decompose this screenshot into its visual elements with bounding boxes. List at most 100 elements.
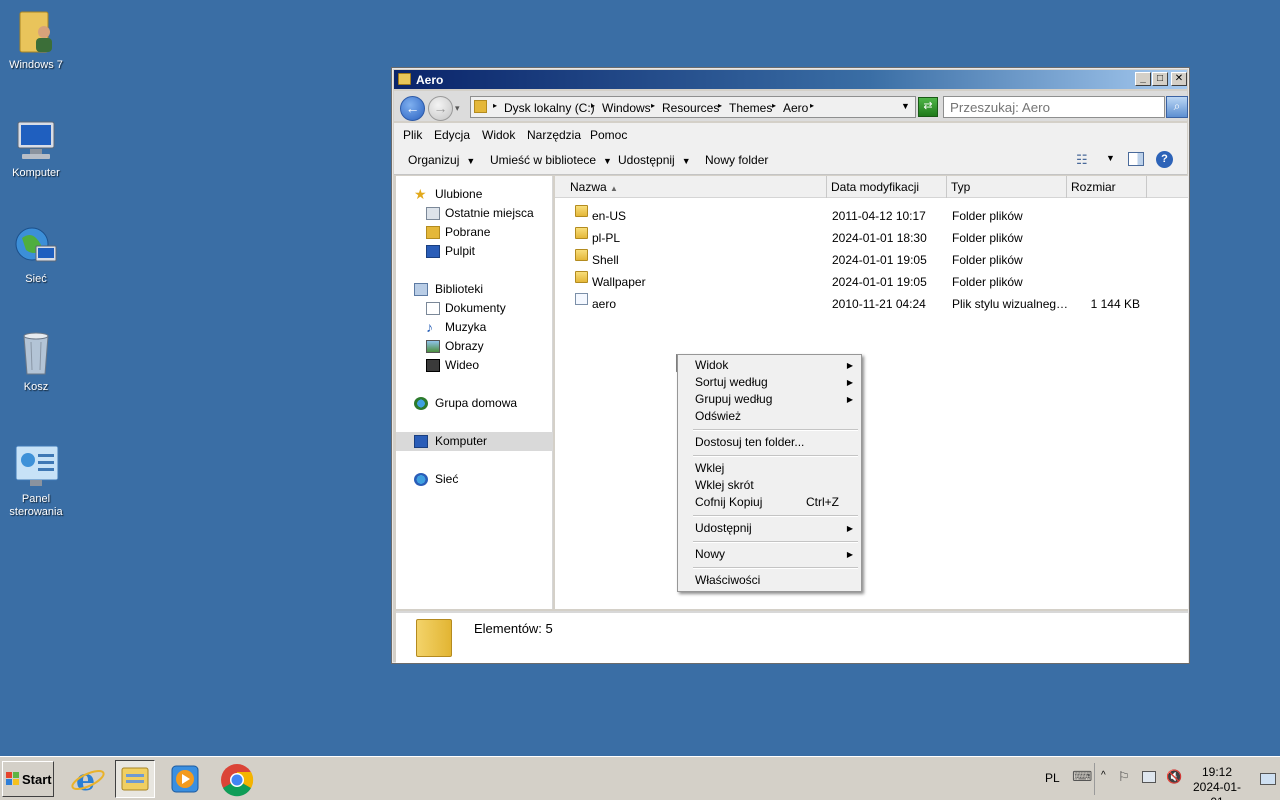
folder-icon (575, 271, 588, 283)
desktop-icon-computer[interactable]: Komputer (2, 116, 70, 180)
column-size[interactable]: Rozmiar (1067, 176, 1147, 198)
breadcrumb-windows[interactable]: Windows (602, 101, 651, 115)
view-options-icon[interactable]: ☷ (1076, 152, 1088, 168)
menu-item-view[interactable]: Widok ▶ (678, 357, 861, 374)
column-type[interactable]: Typ (947, 176, 1067, 198)
nav-homegroup[interactable]: Grupa domowa (396, 394, 553, 413)
desktop-icon-control-panel[interactable]: Panel sterowania (2, 442, 70, 519)
volume-muted-icon[interactable]: 🔇 (1166, 769, 1182, 785)
breadcrumb-resources[interactable]: Resources (662, 101, 719, 115)
keyboard-icon[interactable]: ⌨ (1072, 768, 1092, 785)
nav-network[interactable]: Sieć (396, 470, 553, 489)
menu-item-paste[interactable]: Wklej (678, 460, 861, 477)
menu-view[interactable]: Widok (482, 128, 515, 142)
include-library-button[interactable]: Umieść w bibliotece ▼ (490, 153, 612, 167)
file-list[interactable]: Nazwa ▲ Data modyfikacji Typ Rozmiar en-… (555, 176, 1188, 609)
breadcrumb-drive[interactable]: Dysk lokalny (C:) (504, 101, 595, 115)
chrome-icon[interactable] (217, 760, 257, 798)
history-dropdown-icon[interactable]: ▾ (455, 103, 460, 114)
desktop-icon-windows7[interactable]: Windows 7 (2, 8, 70, 72)
preview-pane-icon[interactable] (1128, 152, 1144, 166)
nav-desktop[interactable]: Pulpit (396, 242, 553, 261)
desktop-icon-network[interactable]: Sieć (2, 222, 70, 286)
chevron-down-icon: ▼ (603, 156, 612, 166)
menu-item-customize-folder[interactable]: Dostosuj ten folder... (678, 434, 861, 451)
chevron-down-icon[interactable]: ▼ (1106, 153, 1115, 163)
menu-help[interactable]: Pomoc (590, 128, 627, 142)
clock[interactable]: 19:12 2024-01-01 (1192, 765, 1242, 800)
action-center-flag-icon[interactable]: ⚐ (1118, 769, 1130, 785)
menu-item-paste-shortcut[interactable]: Wklej skrót (678, 477, 861, 494)
table-row[interactable]: Wallpaper 2024-01-01 19:05 Folder plików (555, 271, 1188, 293)
nav-recent-places[interactable]: Ostatnie miejsca (396, 204, 553, 223)
nav-downloads[interactable]: Pobrane (396, 223, 553, 242)
menu-item-properties[interactable]: Właściwości (678, 572, 861, 589)
network-globe-icon (12, 222, 60, 270)
menu-separator (693, 515, 858, 517)
close-button[interactable]: ✕ (1171, 72, 1187, 86)
back-arrow-icon[interactable]: ← (400, 96, 425, 121)
windows-explorer-icon[interactable] (115, 760, 155, 798)
menu-item-label: Nowy (695, 547, 726, 561)
windows-logo-icon (6, 772, 19, 785)
breadcrumb-aero[interactable]: Aero (783, 101, 808, 115)
menu-item-share[interactable]: Udostępnij ▶ (678, 520, 861, 537)
start-button[interactable]: Start (2, 761, 54, 797)
nav-music[interactable]: ♪ Muzyka (396, 318, 553, 337)
maximize-button[interactable]: □ (1152, 72, 1168, 86)
menu-item-label: Wklej skrót (695, 478, 754, 492)
column-modified[interactable]: Data modyfikacji (827, 176, 947, 198)
table-row[interactable]: Shell 2024-01-01 19:05 Folder plików (555, 249, 1188, 271)
language-indicator[interactable]: PL (1045, 771, 1060, 785)
organize-button[interactable]: Organizuj ▼ (408, 153, 475, 167)
menu-file[interactable]: Plik (403, 128, 422, 142)
network-tray-icon[interactable] (1142, 771, 1156, 783)
title-bar[interactable]: Aero _ □ ✕ (394, 70, 1187, 89)
menu-tools[interactable]: Narzędzia (527, 128, 581, 142)
chevron-up-icon[interactable]: ^ (1101, 770, 1106, 781)
table-row[interactable]: aero 2010-11-21 04:24 Plik stylu wizualn… (555, 293, 1188, 315)
table-row[interactable]: pl-PL 2024-01-01 18:30 Folder plików (555, 227, 1188, 249)
desktop-icon-label: Kosz (23, 381, 49, 393)
new-folder-button[interactable]: Nowy folder (705, 153, 768, 167)
menu-item-group-by[interactable]: Grupuj według ▶ (678, 391, 861, 408)
menu-item-refresh[interactable]: Odśwież (678, 408, 861, 425)
refresh-go-icon[interactable]: ⇄ (918, 97, 938, 117)
desktop-icon-recycle-bin[interactable]: Kosz (2, 330, 70, 394)
recycle-bin-icon (12, 330, 60, 378)
file-modified: 2010-11-21 04:24 (832, 297, 926, 311)
nav-computer[interactable]: Komputer (396, 432, 553, 451)
internet-explorer-icon[interactable]: e (68, 760, 108, 798)
share-button[interactable]: Udostępnij ▼ (618, 153, 691, 167)
nav-video[interactable]: Wideo (396, 356, 553, 375)
column-header: Nazwa ▲ Data modyfikacji Typ Rozmiar (555, 176, 1188, 198)
nav-pictures[interactable]: Obrazy (396, 337, 553, 356)
nav-favorites[interactable]: ★ Ulubione (396, 185, 553, 204)
menu-item-label: Udostępnij (695, 521, 752, 535)
menu-item-undo-copy[interactable]: Cofnij Kopiuj Ctrl+Z (678, 494, 861, 511)
nav-documents[interactable]: Dokumenty (396, 299, 553, 318)
column-name[interactable]: Nazwa ▲ (566, 176, 827, 198)
desktop-icon-label: Sieć (25, 273, 47, 285)
breadcrumb-themes[interactable]: Themes (729, 101, 772, 115)
menu-edit[interactable]: Edycja (434, 128, 470, 142)
show-desktop-icon[interactable] (1260, 773, 1276, 785)
media-player-icon[interactable] (166, 760, 206, 798)
forward-arrow-icon[interactable]: → (428, 96, 453, 121)
menu-item-label: Grupuj według (695, 392, 773, 406)
table-row[interactable]: en-US 2011-04-12 10:17 Folder plików (555, 205, 1188, 227)
search-input[interactable] (943, 96, 1165, 118)
help-icon[interactable]: ? (1156, 151, 1173, 168)
nav-libraries[interactable]: Biblioteki (396, 280, 553, 299)
chevron-right-icon: ▶ (846, 395, 853, 404)
address-bar[interactable]: ▸ Dysk lokalny (C:) ▸ Windows ▸ Resource… (470, 96, 916, 118)
folder-icon (575, 249, 588, 261)
context-menu: Widok ▶ Sortuj według ▶ Grupuj według ▶ Odś… (677, 354, 862, 592)
menu-item-sort-by[interactable]: Sortuj według ▶ (678, 374, 861, 391)
address-dropdown-icon[interactable]: ▼ (901, 101, 910, 111)
search-icon[interactable]: ⌕ (1166, 96, 1188, 118)
file-name: pl-PL (592, 231, 621, 245)
minimize-button[interactable]: _ (1135, 72, 1151, 86)
menu-item-new[interactable]: Nowy ▶ (678, 546, 861, 563)
breadcrumb-separator: ▸ (591, 101, 596, 110)
